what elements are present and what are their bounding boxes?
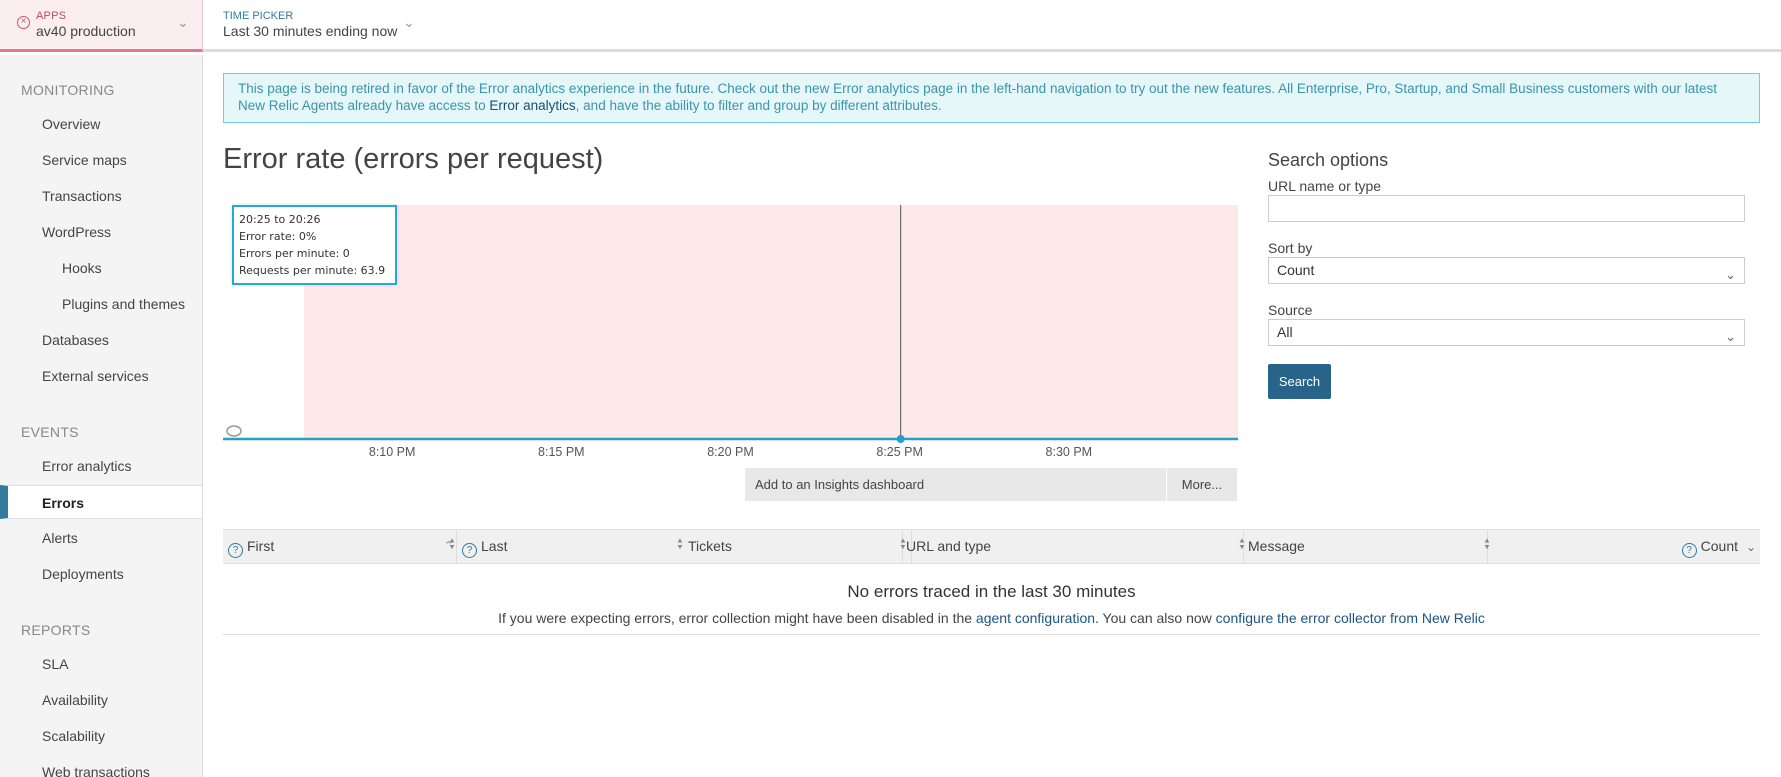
chart-title: Error rate (errors per request) [223,143,604,175]
error-status-icon: × [17,16,30,29]
sidebar-item-errors[interactable]: Errors [0,485,202,519]
sidebar-item-plugins-and-themes[interactable]: Plugins and themes [0,287,202,321]
source-label: Source [1268,302,1313,318]
column-tickets-label: Tickets [688,538,732,554]
time-picker[interactable]: TIME PICKER Last 30 minutes ending now ⌄ [223,0,443,52]
banner-text: This page is being retired in favor of t… [238,81,1718,113]
sort-by-value: Count [1277,262,1315,278]
hover-marker-point [896,435,905,443]
tooltip-error-rate: Error rate: 0% [239,230,317,243]
sidebar-item-service-maps[interactable]: Service maps [0,143,202,177]
help-icon[interactable]: ? [462,543,477,558]
x-tick-label: 8:10 PM [369,445,416,459]
x-tick-label: 8:25 PM [876,445,923,459]
tooltip-range: 20:25 to 20:26 [239,213,321,226]
x-tick-label: 8:30 PM [1046,445,1093,459]
chevron-down-icon[interactable]: ⌄ [177,14,189,31]
agent-configuration-link[interactable]: agent configuration [976,610,1095,626]
column-count[interactable]: ? Count [1488,530,1760,563]
sort-arrows-icon[interactable]: ▲ ▼ [1483,537,1491,550]
search-button[interactable]: Search [1268,364,1331,399]
sidebar-item-hooks[interactable]: Hooks [0,251,202,285]
sidebar-item-availability[interactable]: Availability [0,683,202,717]
column-message-label: Message [1248,538,1305,554]
top-bar: × APPS av40 production ⌄ TIME PICKER Las… [0,0,1781,52]
sort-desc-icon[interactable]: ⌄ [1746,540,1756,554]
sidebar: MONITORING Overview Service maps Transac… [0,55,203,777]
sidebar-item-web-transactions[interactable]: Web transactions [0,755,202,777]
column-count-label: Count [1700,538,1738,554]
sidebar-item-scalability[interactable]: Scalability [0,719,202,753]
sidebar-item-databases[interactable]: Databases [0,323,202,357]
sort-by-select[interactable]: Count ⌄ [1268,257,1745,284]
search-options-title: Search options [1268,150,1389,170]
sidebar-item-overview[interactable]: Overview [0,107,202,141]
sidebar-section-reports: REPORTS [21,622,91,638]
data-range-band [304,205,1238,439]
sort-arrows-icon[interactable]: ▲ ▼ [676,537,684,550]
chevron-down-icon: ⌄ [1725,329,1736,344]
chart-tooltip: 20:25 to 20:26 Error rate: 0% Errors per… [232,205,397,285]
column-first[interactable]: ? First ⌃ [223,530,457,563]
empty-state-message: If you were expecting errors, error coll… [223,610,1760,626]
apps-label: APPS [36,10,67,22]
sidebar-item-error-analytics[interactable]: Error analytics [0,449,202,483]
retirement-banner: This page is being retired in favor of t… [223,73,1760,123]
sidebar-item-sla[interactable]: SLA [0,647,202,681]
tooltip-errors-per-minute: Errors per minute: 0 [239,247,350,260]
empty-text-1: If you were expecting errors, error coll… [498,610,976,626]
column-tickets[interactable]: Tickets [683,530,903,563]
configure-error-collector-link[interactable]: configure the error collector from New R… [1216,610,1485,626]
x-tick-label: 8:15 PM [538,445,585,459]
x-tick-label: 8:20 PM [707,445,754,459]
help-icon[interactable]: ? [228,543,243,558]
table-divider [223,634,1760,635]
tooltip-requests-per-minute: Requests per minute: 63.9 [239,264,386,277]
column-url-and-type[interactable]: URL and type [903,530,1244,563]
sort-arrows-icon[interactable]: ▲ ▼ [448,537,456,550]
app-name: av40 production [36,23,136,39]
empty-text-2: . You can also now [1095,610,1216,626]
empty-state-title: No errors traced in the last 30 minutes [847,582,1136,601]
sort-arrows-icon[interactable]: ▲ ▼ [1238,537,1246,550]
url-name-label: URL name or type [1268,178,1382,194]
sidebar-item-alerts[interactable]: Alerts [0,521,202,555]
sidebar-item-wordpress[interactable]: WordPress [0,215,202,249]
url-name-input[interactable] [1268,195,1745,222]
time-picker-label: TIME PICKER [223,10,294,22]
column-message[interactable]: Message [1244,530,1488,563]
sidebar-item-transactions[interactable]: Transactions [0,179,202,213]
chevron-down-icon[interactable]: ⌄ [403,14,415,31]
column-first-label: First [247,538,275,554]
sort-arrows-icon[interactable]: ▲ ▼ [899,537,907,550]
sidebar-item-deployments[interactable]: Deployments [0,557,202,591]
source-value: All [1277,324,1293,340]
zero-indicator-icon [226,425,242,437]
sidebar-section-monitoring: MONITORING [21,82,115,98]
source-select[interactable]: All ⌄ [1268,319,1745,346]
column-url-and-type-label: URL and type [906,538,992,554]
chevron-down-icon: ⌄ [1725,267,1736,282]
help-icon[interactable]: ? [1681,543,1697,558]
banner-error-analytics-link[interactable]: Error analytics [489,98,575,113]
banner-text-end: , and have the ability to filter and gro… [575,98,942,113]
time-picker-value: Last 30 minutes ending now [223,23,398,39]
more-button[interactable]: More... [1167,468,1237,501]
sidebar-section-events: EVENTS [21,424,79,440]
app-switcher[interactable]: × APPS av40 production ⌄ [0,0,203,52]
sort-by-label: Sort by [1268,240,1313,256]
column-last-label: Last [481,538,508,554]
sidebar-item-external-services[interactable]: External services [0,359,202,393]
add-to-insights-button[interactable]: Add to an Insights dashboard [745,468,1166,501]
